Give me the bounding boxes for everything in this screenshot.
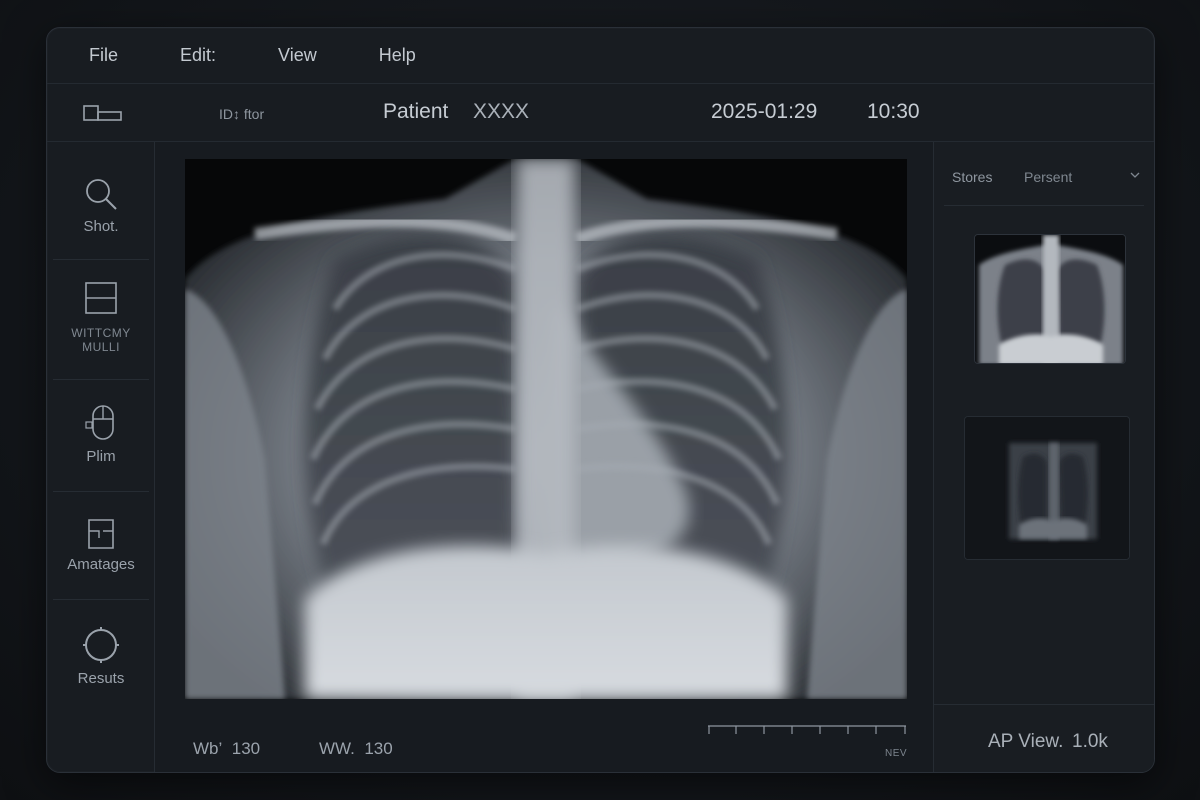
menu-bar: File Edit: View Help xyxy=(47,28,1154,84)
layout-icon[interactable] xyxy=(83,102,123,124)
stores-label: Stores xyxy=(952,169,993,185)
view-label: AP View. xyxy=(988,731,1064,752)
mouse-icon xyxy=(85,405,114,440)
series-thumbnail[interactable] xyxy=(964,416,1130,560)
sidebar-item-amatages[interactable]: Amatages xyxy=(53,492,149,600)
thumbnail-xray-graphic xyxy=(975,235,1125,363)
window-width-readout: WW. 130 xyxy=(319,739,393,759)
series-filter[interactable]: Stores Persent xyxy=(944,142,1144,206)
chest-xray-graphic xyxy=(185,159,907,699)
chevron-down-icon[interactable] xyxy=(1130,170,1140,180)
study-time: 10:30 xyxy=(867,100,920,123)
menu-view[interactable]: View xyxy=(278,45,317,66)
sidebar-item-split-view[interactable]: WITTCMY MULLI xyxy=(53,260,149,380)
sidebar-item-label: Shot. xyxy=(83,218,119,235)
patient-label: Patient xyxy=(383,100,449,123)
view-info: AP View. 1.0k xyxy=(934,704,1154,772)
study-date: 2025-01:29 xyxy=(711,100,818,123)
frame-icon xyxy=(88,519,114,549)
wl-value: 130 xyxy=(231,739,261,758)
sidebar-item-label: Amatages xyxy=(67,556,135,573)
sidebar-item-shot[interactable]: Shot. xyxy=(53,142,149,260)
patient-id: XXXX xyxy=(473,100,530,123)
menu-file[interactable]: File xyxy=(89,45,118,66)
patient-toolbar: ID↕ ftor Patient XXXX 2025-01:29 10:30 xyxy=(47,84,1154,142)
tool-sidebar: Shot. WITTCMY MULLI Plim Amatages Resuts xyxy=(47,142,155,772)
magnifier-icon xyxy=(86,179,117,210)
viewer-footer: Wb’ 130 WW. 130 NEV xyxy=(155,702,933,772)
wl-label: Wb’ xyxy=(193,739,223,758)
sidebar-item-plim[interactable]: Plim xyxy=(53,380,149,492)
app-window: File Edit: View Help ID↕ ftor Patient XX… xyxy=(46,27,1155,773)
sidebar-item-label: Resuts xyxy=(77,670,125,687)
split-view-icon xyxy=(85,282,117,314)
menu-edit[interactable]: Edit: xyxy=(180,45,216,66)
circle-icon xyxy=(83,627,119,663)
scale-ruler xyxy=(708,725,906,734)
ww-label: WW. xyxy=(319,739,355,758)
image-viewer: Wb’ 130 WW. 130 NEV xyxy=(155,142,933,772)
sidebar-item-results[interactable]: Resuts xyxy=(53,600,149,718)
scale-label: NEV xyxy=(885,748,908,759)
xray-image[interactable] xyxy=(185,159,907,699)
sidebar-item-label: WITTCMY MULLI xyxy=(71,326,131,354)
menu-help[interactable]: Help xyxy=(379,45,416,66)
filter-value[interactable]: Persent xyxy=(1024,169,1072,185)
series-thumbnail[interactable] xyxy=(974,234,1126,364)
thumbnail-xray-graphic xyxy=(965,417,1129,559)
ww-value: 130 xyxy=(364,739,393,758)
series-panel: Stores Persent AP View. 1.0k xyxy=(933,142,1154,772)
sidebar-item-label: Plim xyxy=(86,448,116,465)
size-label: 1.0k xyxy=(1072,731,1108,752)
id-filter-label[interactable]: ID↕ ftor xyxy=(219,106,264,122)
window-level-readout: Wb’ 130 xyxy=(193,739,260,759)
